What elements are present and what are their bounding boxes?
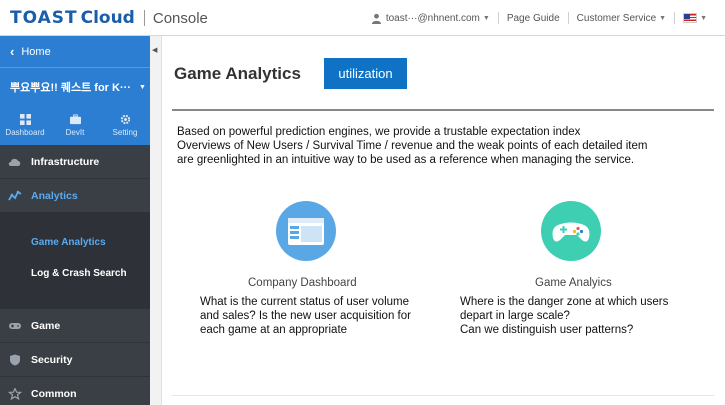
sidebar-collapse-handle[interactable]: ◀ xyxy=(150,36,162,405)
devit-button[interactable]: DevIt xyxy=(50,106,100,144)
sidebar-item-common[interactable]: Common xyxy=(0,377,150,405)
home-link[interactable]: ‹ Home xyxy=(0,36,150,68)
dashboard-icon xyxy=(19,113,31,125)
customer-service-menu[interactable]: Customer Service ▼ xyxy=(567,12,674,24)
setting-label: Setting xyxy=(112,127,138,137)
chevron-down-icon: ▼ xyxy=(138,83,146,91)
feature-title: Company Dashboard xyxy=(248,277,357,289)
sidebar-item-log-crash-search[interactable]: Log & Crash Search xyxy=(0,258,150,289)
sidebar: ‹ Home 뿌요뿌요!! 퀘스트 for K··· ▼ Dashboard D… xyxy=(0,36,150,405)
top-bar: TOAST Cloud Console toast···@nhnent.com … xyxy=(0,0,725,36)
chevron-down-icon: ▼ xyxy=(482,14,490,22)
logo-divider xyxy=(143,10,145,26)
chevron-left-icon: ‹ xyxy=(10,44,15,59)
title-divider xyxy=(172,109,714,111)
customer-service-label: Customer Service xyxy=(576,12,657,24)
sidebar-item-label: Infrastructure xyxy=(31,155,100,168)
main-content: Game Analytics utilization Based on powe… xyxy=(162,36,725,405)
gamepad-icon xyxy=(9,322,21,329)
user-icon xyxy=(371,13,381,24)
sidebar-item-game[interactable]: Game xyxy=(0,309,150,343)
gear-icon xyxy=(120,114,130,124)
star-icon xyxy=(8,387,22,400)
top-nav: toast···@nhnent.com ▼ Page Guide Custome… xyxy=(363,0,715,36)
home-label: Home xyxy=(21,45,51,58)
analytics-submenu: Game Analytics Log & Crash Search xyxy=(0,213,150,309)
feature-line: Where is the danger zone at which users xyxy=(460,296,669,308)
sidebar-item-security[interactable]: Security xyxy=(0,343,150,377)
page-title: Game Analytics xyxy=(174,64,301,83)
intro-line: are greenlighted in an intuitive way to … xyxy=(177,154,635,166)
sidebar-item-label: Common xyxy=(31,387,77,400)
feature-description: Where is the danger zone at which users … xyxy=(460,295,705,337)
user-email: toast···@nhnent.com xyxy=(385,12,480,24)
briefcase-icon xyxy=(69,113,81,124)
analytics-icon xyxy=(8,190,22,200)
chevron-down-icon: ▼ xyxy=(659,14,667,22)
feature-line: What is the current status of user volum… xyxy=(200,296,410,308)
collapse-arrow-icon: ◀ xyxy=(152,47,158,54)
feature-line: depart in large scale? xyxy=(460,310,570,322)
user-menu[interactable]: toast···@nhnent.com ▼ xyxy=(363,12,498,24)
project-name: 뿌요뿌요!! 퀘스트 for K··· xyxy=(10,82,131,94)
feature-line: each game at an appropriate xyxy=(200,324,348,336)
us-flag-icon xyxy=(683,13,698,23)
dashboard-feature-icon xyxy=(276,201,336,261)
devit-label: DevIt xyxy=(65,127,85,137)
dashboard-label: Dashboard xyxy=(5,127,45,137)
setting-button[interactable]: Setting xyxy=(100,106,150,144)
sidebar-item-game-analytics[interactable]: Game Analytics xyxy=(0,227,150,258)
page-guide-link[interactable]: Page Guide xyxy=(497,12,568,24)
shield-icon xyxy=(10,354,20,365)
sidebar-item-label: Security xyxy=(31,353,73,366)
chevron-down-icon: ▼ xyxy=(700,14,707,22)
cloud-icon xyxy=(8,158,21,166)
logo-product: Cloud xyxy=(80,8,135,28)
page-guide-label: Page Guide xyxy=(506,12,560,24)
language-selector[interactable]: ▼ xyxy=(674,12,715,24)
dashboard-button[interactable]: Dashboard xyxy=(0,106,50,144)
feature-line: Can we distinguish user patterns? xyxy=(460,324,634,336)
utilization-tab[interactable]: utilization xyxy=(324,58,407,89)
intro-line: Overviews of New Users / Survival Time /… xyxy=(177,140,648,152)
console-label: Console xyxy=(152,9,208,27)
bottom-divider xyxy=(172,395,714,396)
logo-brand: TOAST xyxy=(10,8,78,28)
sidebar-item-label: Analytics xyxy=(31,189,78,202)
project-selector[interactable]: 뿌요뿌요!! 퀘스트 for K··· ▼ xyxy=(0,68,150,106)
feature-line: and sales? Is the new user acquisition f… xyxy=(200,310,411,322)
intro-line: Based on powerful prediction engines, we… xyxy=(177,126,581,138)
sidebar-item-infrastructure[interactable]: Infrastructure xyxy=(0,145,150,179)
sidebar-item-label: Game xyxy=(31,319,61,332)
feature-title: Game Analyics xyxy=(535,277,612,289)
intro-text: Based on powerful prediction engines, we… xyxy=(177,125,717,167)
game-feature-icon xyxy=(541,201,601,261)
feature-description: What is the current status of user volum… xyxy=(200,295,445,337)
sidebar-tools: Dashboard DevIt Setting xyxy=(0,106,150,144)
sidebar-item-analytics[interactable]: Analytics xyxy=(0,179,150,213)
sidebar-header: ‹ Home 뿌요뿌요!! 퀘스트 for K··· ▼ Dashboard D… xyxy=(0,36,150,145)
logo[interactable]: TOAST Cloud Console xyxy=(10,8,208,28)
